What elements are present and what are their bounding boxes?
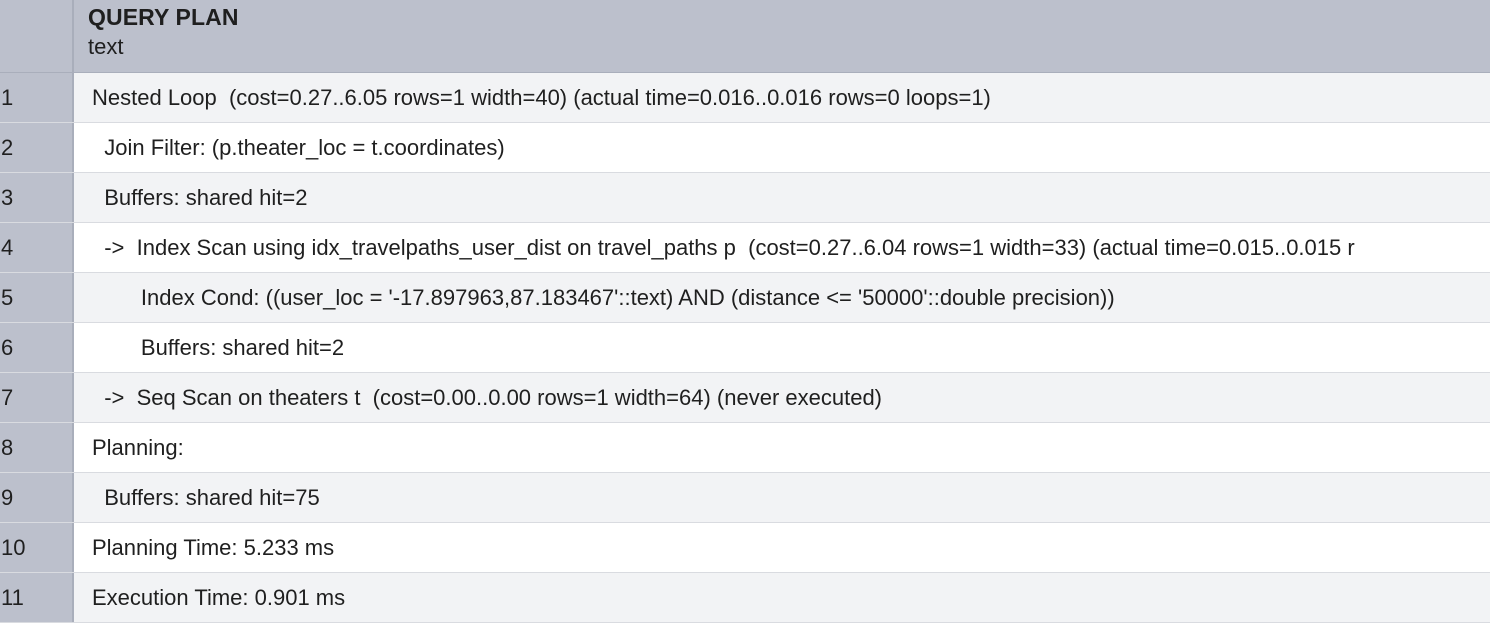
row-number[interactable]: 10 bbox=[0, 523, 74, 572]
table-row[interactable]: 5 Index Cond: ((user_loc = '-17.897963,8… bbox=[0, 273, 1490, 323]
query-plan-cell[interactable]: Buffers: shared hit=2 bbox=[74, 323, 1490, 372]
table-row[interactable]: 7 -> Seq Scan on theaters t (cost=0.00..… bbox=[0, 373, 1490, 423]
table-row[interactable]: 1 Nested Loop (cost=0.27..6.05 rows=1 wi… bbox=[0, 73, 1490, 123]
query-plan-cell[interactable]: Planning Time: 5.233 ms bbox=[74, 523, 1490, 572]
column-header-query-plan[interactable]: QUERY PLAN text bbox=[74, 0, 1490, 72]
row-number[interactable]: 6 bbox=[0, 323, 74, 372]
query-plan-cell[interactable]: Execution Time: 0.901 ms bbox=[74, 573, 1490, 622]
table-row[interactable]: 11 Execution Time: 0.901 ms bbox=[0, 573, 1490, 623]
column-name: QUERY PLAN bbox=[88, 4, 239, 30]
query-plan-cell[interactable]: Index Cond: ((user_loc = '-17.897963,87.… bbox=[74, 273, 1490, 322]
query-plan-cell[interactable]: Planning: bbox=[74, 423, 1490, 472]
row-number[interactable]: 8 bbox=[0, 423, 74, 472]
table-row[interactable]: 10 Planning Time: 5.233 ms bbox=[0, 523, 1490, 573]
row-number[interactable]: 4 bbox=[0, 223, 74, 272]
table-row[interactable]: 8 Planning: bbox=[0, 423, 1490, 473]
query-result-grid: QUERY PLAN text 1 Nested Loop (cost=0.27… bbox=[0, 0, 1490, 624]
query-plan-cell[interactable]: Buffers: shared hit=2 bbox=[74, 173, 1490, 222]
column-type: text bbox=[88, 34, 124, 59]
query-plan-cell[interactable]: -> Index Scan using idx_travelpaths_user… bbox=[74, 223, 1490, 272]
table-row[interactable]: 3 Buffers: shared hit=2 bbox=[0, 173, 1490, 223]
row-number[interactable]: 7 bbox=[0, 373, 74, 422]
table-row[interactable]: 9 Buffers: shared hit=75 bbox=[0, 473, 1490, 523]
row-number[interactable]: 11 bbox=[0, 573, 74, 622]
query-plan-cell[interactable]: Buffers: shared hit=75 bbox=[74, 473, 1490, 522]
row-number[interactable]: 5 bbox=[0, 273, 74, 322]
grid-corner[interactable] bbox=[0, 0, 74, 72]
table-row[interactable]: 4 -> Index Scan using idx_travelpaths_us… bbox=[0, 223, 1490, 273]
row-number[interactable]: 2 bbox=[0, 123, 74, 172]
table-row[interactable]: 2 Join Filter: (p.theater_loc = t.coordi… bbox=[0, 123, 1490, 173]
grid-header: QUERY PLAN text bbox=[0, 0, 1490, 73]
row-number[interactable]: 3 bbox=[0, 173, 74, 222]
table-row[interactable]: 6 Buffers: shared hit=2 bbox=[0, 323, 1490, 373]
row-number[interactable]: 9 bbox=[0, 473, 74, 522]
row-number[interactable]: 1 bbox=[0, 73, 74, 122]
query-plan-cell[interactable]: Nested Loop (cost=0.27..6.05 rows=1 widt… bbox=[74, 73, 1490, 122]
query-plan-cell[interactable]: Join Filter: (p.theater_loc = t.coordina… bbox=[74, 123, 1490, 172]
query-plan-cell[interactable]: -> Seq Scan on theaters t (cost=0.00..0.… bbox=[74, 373, 1490, 422]
